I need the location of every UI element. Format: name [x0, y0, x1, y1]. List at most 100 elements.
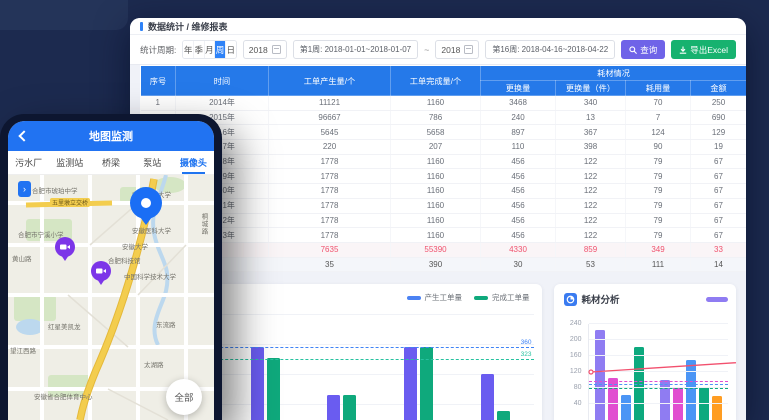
consumables-title: 耗材分析 [582, 292, 620, 306]
background-deco [0, 0, 128, 30]
period-option-5[interactable]: 日 [226, 41, 236, 58]
bar [327, 395, 340, 420]
table-row: 72020年177811604561227967 [141, 184, 747, 199]
phone-page-title: 地图监测 [89, 128, 133, 144]
phone-tabs: 污水厂监测站桥梁泵站摄像头 [8, 151, 214, 175]
bar [343, 395, 356, 420]
col-header-completed: 工单完成量/个 [391, 66, 481, 96]
show-all-button[interactable]: 全部 [166, 379, 202, 415]
week-start-value: 第1周: 2018-01-01~2018-01-07 [300, 44, 411, 55]
phone-mockup: 地图监测 污水厂监测站桥梁泵站摄像头 [0, 114, 222, 420]
table-row: 12014年111211160346834070250 [141, 96, 747, 111]
map-label: 合肥科技馆 [108, 255, 141, 265]
year-start-select[interactable]: 2018 [243, 40, 287, 59]
phone-tab-监测站[interactable]: 监测站 [49, 151, 90, 174]
y-tick-label: 160 [570, 352, 582, 359]
table-row: 22015年96667786240137690 [141, 110, 747, 125]
legend-swatch-completed [474, 296, 488, 300]
table-row: 82021年177811604561227967 [141, 198, 747, 213]
period-option-1[interactable]: 年 [183, 41, 194, 58]
breadcrumb: 数据统计 / 维修报表 [148, 20, 228, 33]
col-header-time: 时间 [176, 66, 269, 96]
legend-item-completed: 完成工单量 [474, 292, 530, 303]
selected-location-pin[interactable] [130, 187, 162, 219]
period-option-3[interactable]: 月 [205, 41, 216, 58]
period-option-2[interactable]: 季 [194, 41, 205, 58]
week-end-value: 第16周: 2018-04-16~2018-04-22 [492, 44, 608, 55]
table-row: 42017年2202071103989019 [141, 140, 747, 155]
bar-group [404, 347, 433, 420]
consumables-chart-card: 耗材分析 240 200 160 120 80 40 [554, 284, 737, 420]
total-row: 合计763555390433085934933 [141, 242, 747, 257]
y-tick-label: 80 [574, 384, 582, 391]
phone-tab-污水厂[interactable]: 污水厂 [8, 151, 49, 174]
legend-swatch-created [407, 296, 421, 300]
y-tick-label: 120 [570, 368, 582, 375]
bar-group [251, 347, 280, 420]
screenshot-canvas: 数据统计 / 维修报表 统计周期: 年季月周日 2018 第1周: 2018-0… [0, 0, 769, 420]
workorder-legend: 产生工单量 完成工单量 [407, 292, 530, 303]
query-label: 查询 [640, 44, 657, 56]
map-label: 红星美凯龙 [48, 321, 81, 331]
breadcrumb-accent [140, 22, 143, 31]
bar-group [481, 374, 510, 420]
bar [420, 347, 433, 420]
map-label: 五里墩立交桥 [50, 198, 90, 207]
consumables-legend-swatch [706, 297, 728, 302]
map-label: 中国科学技术大学 [124, 271, 176, 281]
export-label: 导出Excel [690, 44, 728, 56]
consumables-yaxis: 2402001601208040 [560, 324, 582, 420]
filter-bar: 统计周期: 年季月周日 2018 第1周: 2018-01-01~2018-01… [130, 35, 746, 65]
camera-icon [96, 267, 106, 275]
period-segment[interactable]: 年季月周日 [182, 40, 236, 59]
range-separator: ~ [424, 45, 429, 55]
period-option-4[interactable]: 周 [215, 41, 226, 58]
back-chevron-icon[interactable] [18, 130, 29, 141]
map-label: 安徽大学 [122, 241, 148, 251]
phone-tab-泵站[interactable]: 泵站 [132, 151, 173, 174]
year-start-value: 2018 [249, 45, 268, 55]
col-header-created: 工单产生量/个 [269, 66, 391, 96]
consumables-header: 耗材分析 [554, 284, 737, 306]
y-tick-label: 240 [570, 320, 582, 327]
export-excel-button[interactable]: 导出Excel [671, 40, 736, 59]
legend-label-completed: 完成工单量 [492, 292, 530, 303]
col-header-index: 序号 [141, 66, 176, 96]
report-table-wrap: 序号 时间 工单产生量/个 工单完成量/个 耗材情况 更换量 更换量（件） 耗用… [140, 65, 746, 272]
consumables-plot [588, 324, 729, 420]
bar [497, 411, 510, 420]
map-label: 太湖路 [144, 359, 164, 369]
table-row: 32016年56455658897367124129 [141, 125, 747, 140]
sub-header-4: 金额 [691, 81, 747, 96]
table-body: 12014年11121116034683407025022015年9666778… [141, 96, 747, 272]
year-end-value: 2018 [441, 45, 460, 55]
week-end-input[interactable]: 第16周: 2018-04-16~2018-04-22 [485, 40, 615, 59]
bar-group [327, 395, 356, 420]
phone-screen: 地图监测 污水厂监测站桥梁泵站摄像头 [8, 121, 214, 420]
pie-chart-icon [564, 293, 577, 306]
camera-pin[interactable] [55, 237, 75, 257]
phone-tab-摄像头[interactable]: 摄像头 [173, 151, 214, 174]
y-tick-label: 40 [574, 400, 582, 407]
legend-label-created: 产生工单量 [425, 292, 463, 303]
legend-item-created: 产生工单量 [407, 292, 463, 303]
week-start-input[interactable]: 第1周: 2018-01-01~2018-01-07 [293, 40, 418, 59]
sub-header-3: 耗用量 [626, 81, 691, 96]
bar [251, 347, 264, 420]
year-end-select[interactable]: 2018 [435, 40, 479, 59]
map-label: 东流路 [156, 319, 176, 329]
query-button[interactable]: 查询 [621, 40, 665, 59]
map-label: 安徽省合肥体育中心 [34, 391, 93, 401]
bar [267, 358, 280, 420]
table-row: 52018年177811604561227967 [141, 154, 747, 169]
map-canvas[interactable]: › 全部 合肥市琥珀中学安徽农业大学五里墩立交桥合肥市宁溪小学安徽医科大学安徽大… [8, 175, 214, 420]
y-tick-label: 200 [570, 336, 582, 343]
table-row: 92022年177811604561227967 [141, 213, 747, 228]
camera-icon [60, 243, 70, 251]
average-row: 平均值35390305311114 [141, 257, 747, 272]
map-expand-button[interactable]: › [18, 181, 31, 197]
period-label: 统计周期: [140, 44, 176, 56]
phone-tab-桥梁[interactable]: 桥梁 [90, 151, 131, 174]
camera-pin[interactable] [91, 261, 111, 281]
calendar-icon [272, 45, 281, 54]
